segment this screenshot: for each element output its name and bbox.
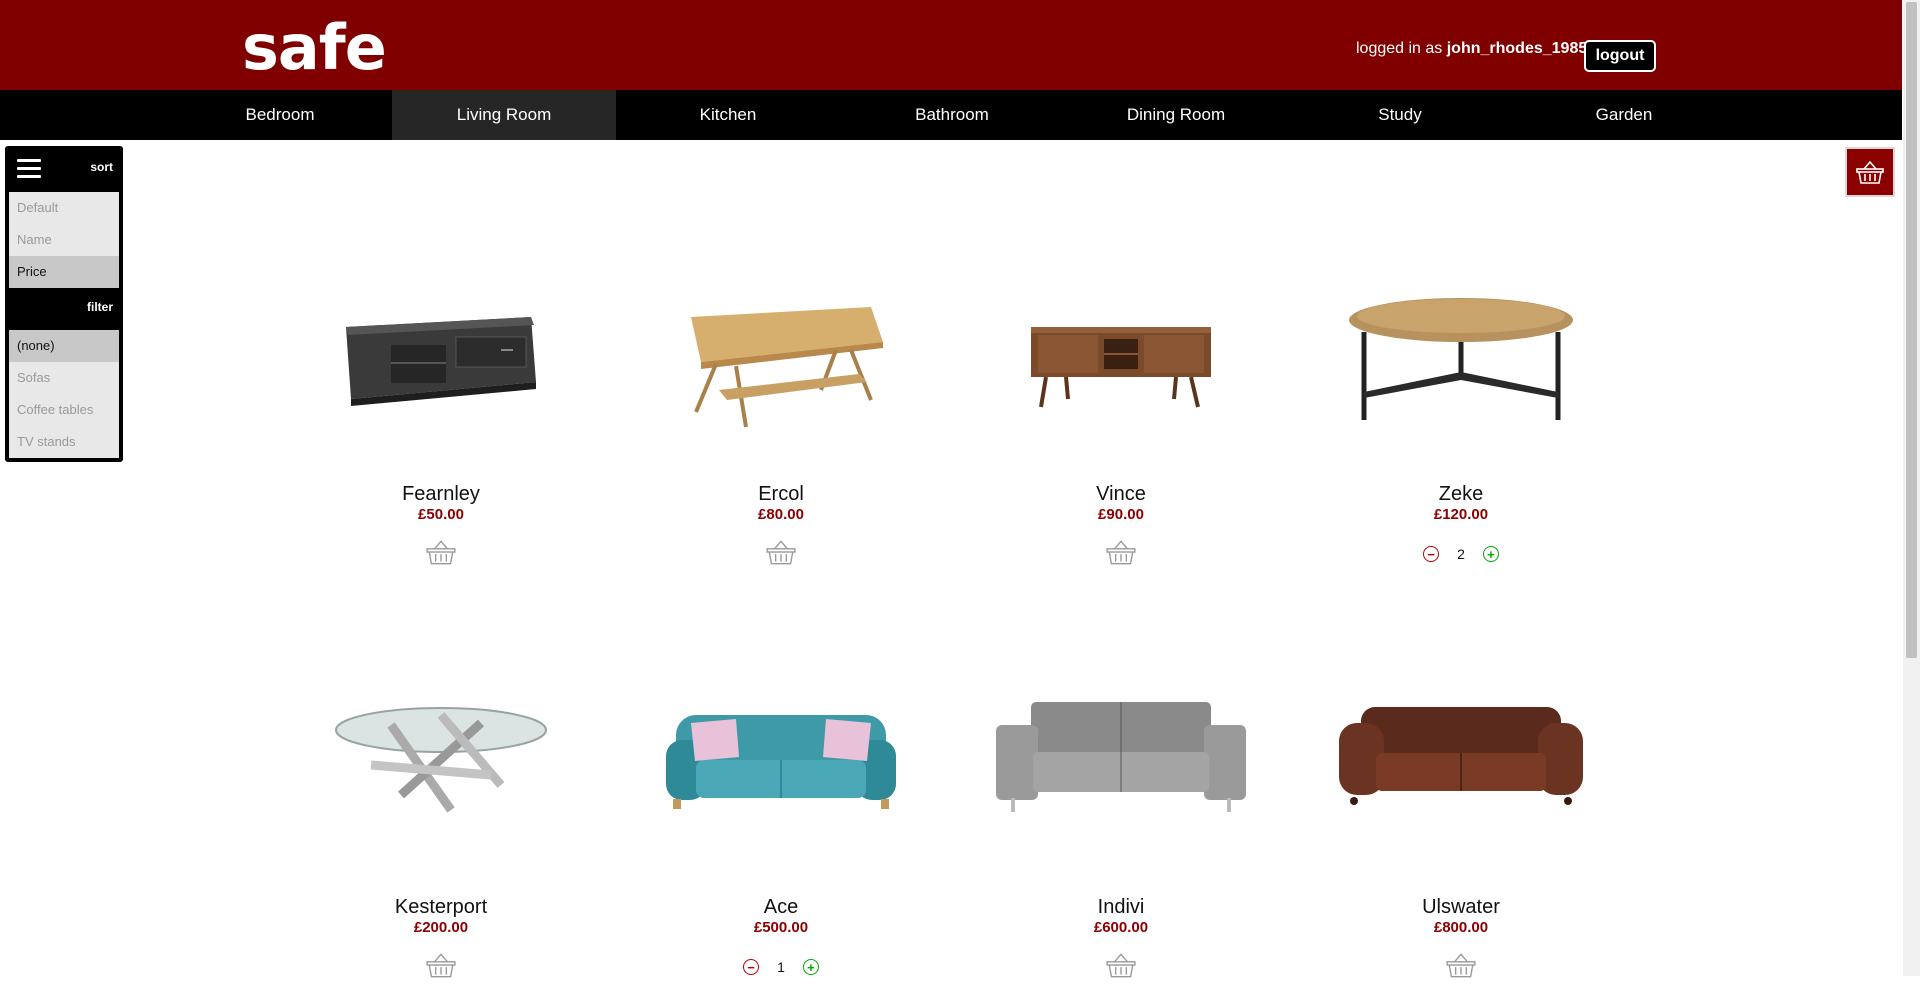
- filter-option-coffee-tables[interactable]: Coffee tables: [9, 394, 119, 426]
- product-card[interactable]: Ercol £80.00: [641, 262, 921, 571]
- nav-item-study[interactable]: Study: [1288, 90, 1512, 140]
- product-price: £120.00: [1433, 506, 1489, 523]
- nav-item-dining-room[interactable]: Dining Room: [1064, 90, 1288, 140]
- login-status: logged in as john_rhodes_1985: [1356, 40, 1587, 58]
- login-prefix: logged in as: [1356, 40, 1447, 57]
- menu-icon[interactable]: [17, 159, 41, 183]
- quantity-stepper[interactable]: − 2 +: [1321, 546, 1601, 562]
- filter-option-none[interactable]: (none): [9, 330, 119, 362]
- filter-option-tv-stands[interactable]: TV stands: [9, 426, 119, 458]
- category-nav: Bedroom Living Room Kitchen Bathroom Din…: [0, 90, 1902, 140]
- product-image[interactable]: [1321, 655, 1601, 855]
- sort-option-default[interactable]: Default: [9, 192, 119, 224]
- header: safe logged in as john_rhodes_1985 logou…: [0, 0, 1902, 90]
- nav-item-kitchen[interactable]: Kitchen: [616, 90, 840, 140]
- minus-icon[interactable]: −: [1423, 546, 1440, 562]
- add-to-basket-icon[interactable]: [425, 538, 457, 571]
- add-to-basket-icon[interactable]: [1105, 951, 1137, 984]
- product-name: Zeke: [1438, 483, 1484, 505]
- username: john_rhodes_1985: [1446, 40, 1588, 57]
- minus-icon[interactable]: −: [743, 959, 760, 975]
- product-name: Ace: [763, 896, 799, 918]
- product-card[interactable]: Ace £500.00 − 1 +: [641, 675, 921, 975]
- product-image[interactable]: [1321, 262, 1601, 462]
- vertical-scrollbar[interactable]: [1903, 0, 1920, 976]
- product-price: £600.00: [1093, 919, 1149, 936]
- product-image[interactable]: [641, 655, 921, 855]
- nav-item-bathroom[interactable]: Bathroom: [840, 90, 1064, 140]
- logo[interactable]: safe: [242, 8, 387, 88]
- product-price: £200.00: [413, 919, 469, 936]
- product-price: £80.00: [758, 506, 804, 523]
- basket-button[interactable]: [1845, 147, 1895, 197]
- product-image[interactable]: [301, 262, 581, 462]
- logout-button[interactable]: logout: [1584, 40, 1656, 72]
- sort-option-name[interactable]: Name: [9, 224, 119, 256]
- add-to-basket-icon[interactable]: [1105, 538, 1137, 571]
- filter-header: filter: [9, 288, 119, 326]
- nav-item-living-room[interactable]: Living Room: [392, 90, 616, 140]
- nav-item-garden[interactable]: Garden: [1512, 90, 1736, 140]
- sort-filter-panel: sort Default Name Price filter (none) So…: [5, 146, 123, 462]
- product-card[interactable]: Fearnley £50.00: [301, 262, 581, 571]
- plus-icon[interactable]: +: [1482, 546, 1499, 562]
- product-price: £800.00: [1433, 919, 1489, 936]
- product-price: £500.00: [753, 919, 809, 936]
- product-card[interactable]: Indivi £600.00: [981, 675, 1261, 984]
- plus-icon[interactable]: +: [802, 959, 819, 975]
- product-image[interactable]: [641, 262, 921, 462]
- sort-header: sort: [9, 148, 119, 186]
- quantity-value: 1: [777, 959, 785, 975]
- quantity-value: 2: [1457, 546, 1465, 562]
- product-name: Vince: [1096, 483, 1146, 505]
- quantity-stepper[interactable]: − 1 +: [641, 959, 921, 975]
- product-card[interactable]: Vince £90.00: [981, 262, 1261, 571]
- product-name: Ercol: [758, 483, 804, 505]
- filter-title: filter: [86, 300, 113, 314]
- product-name: Kesterport: [394, 896, 488, 918]
- product-card[interactable]: Ulswater £800.00: [1321, 675, 1601, 984]
- product-image[interactable]: [981, 262, 1261, 462]
- basket-icon: [1856, 160, 1884, 184]
- add-to-basket-icon[interactable]: [425, 951, 457, 984]
- product-card[interactable]: Zeke £120.00 − 2 +: [1321, 262, 1601, 562]
- add-to-basket-icon[interactable]: [765, 538, 797, 571]
- filter-option-sofas[interactable]: Sofas: [9, 362, 119, 394]
- product-price: £50.00: [418, 506, 464, 523]
- add-to-basket-icon[interactable]: [1445, 951, 1477, 984]
- product-name: Indivi: [1097, 896, 1145, 918]
- product-price: £90.00: [1098, 506, 1144, 523]
- scrollbar-thumb[interactable]: [1906, 2, 1917, 658]
- product-name: Ulswater: [1422, 896, 1500, 918]
- product-image[interactable]: [301, 655, 581, 855]
- sort-title: sort: [90, 160, 113, 174]
- product-name: Fearnley: [402, 483, 480, 505]
- nav-item-bedroom[interactable]: Bedroom: [168, 90, 392, 140]
- product-image[interactable]: [981, 655, 1261, 855]
- sort-option-price[interactable]: Price: [9, 256, 119, 288]
- product-card[interactable]: Kesterport £200.00: [301, 675, 581, 984]
